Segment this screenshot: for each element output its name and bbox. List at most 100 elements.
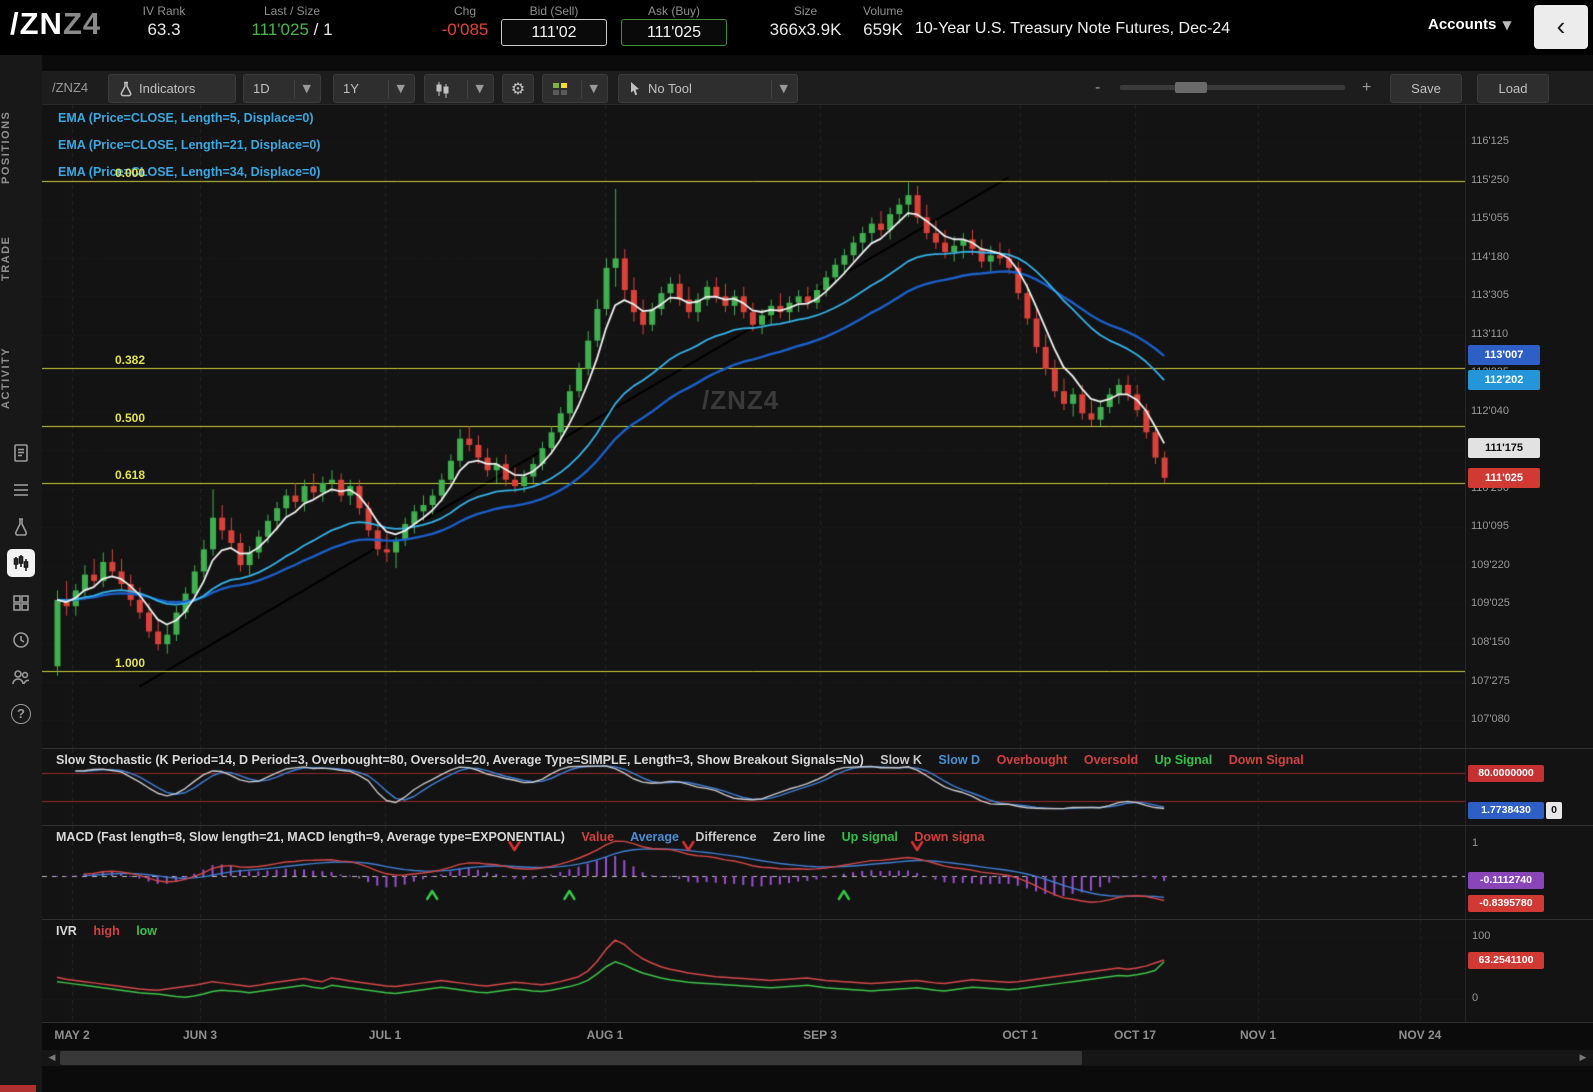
people-icon[interactable] [8,664,34,690]
time-axis-label: NOV 1 [1239,1028,1276,1042]
fib-level-label: 1.000 [115,655,146,670]
macd-axis-label: 1 [1472,837,1479,849]
zoom-slider[interactable] [1120,82,1345,93]
layout-grid-icon [553,82,567,95]
legend-ivr-high: high [93,924,120,938]
ema34-legend[interactable]: EMA (Price=CLOSE, Length=34, Displace=0) [58,165,320,192]
stochastic-title[interactable]: Slow Stochastic (K Period=14, D Period=3… [56,753,864,767]
cursor-icon [631,81,639,95]
range-dropdown[interactable]: 1Y ▼ [333,74,415,103]
ivr-title[interactable]: IVR [56,924,77,938]
trading-platform: /ZNZ4 IV Rank 63.3 Last / Size 111'025 /… [0,0,1593,1092]
drawing-tool-dropdown[interactable]: No Tool ▼ [618,74,798,103]
legend-zero-line: Zero line [773,830,826,844]
size-value: 366x3.9K [769,20,842,39]
help-icon[interactable]: ? [8,701,34,727]
last-size-label: Last / Size [263,4,321,18]
layout-dropdown[interactable]: ▼ [542,74,608,103]
grid-icon[interactable] [8,590,34,616]
footer-accent [0,1085,36,1092]
sidebar-tab-trade[interactable]: TRADE [0,213,42,303]
ask-stat: Ask (Buy) 111'025 [618,0,730,55]
legend-up-signal: Up Signal [1154,753,1213,767]
sidebar-tab-activity[interactable]: ACTIVITY [0,323,42,433]
candlestick-icon [436,81,449,98]
time-axis-label: JUL 1 [368,1028,402,1042]
time-axis-label: OCT 17 [1113,1028,1156,1042]
chevron-down-icon: ▼ [580,79,598,98]
price-axis-label: 112'040 [1471,404,1509,417]
zoom-slider-handle[interactable] [1175,82,1207,93]
legend-slow-d: Slow D [938,753,981,767]
ema21-legend[interactable]: EMA (Price=CLOSE, Length=21, Displace=0) [58,138,320,165]
price-axis-label: 114'180 [1471,250,1509,263]
legend-oversold: Oversold [1083,753,1139,767]
list-icon[interactable] [8,477,34,503]
ivr-label-row: IVR high low [56,924,1456,938]
sidebar-tab-positions[interactable]: POSITIONS [0,85,42,210]
chevron-down-icon: ▼ [466,79,484,98]
price-axis-label: 116'125 [1471,135,1509,147]
ivr-axis-bottom: 0 [1472,992,1479,1004]
price-axis-label: 107'080 [1471,713,1510,726]
legend-down-signal: Down Signal [1228,753,1304,767]
document-icon[interactable] [8,440,34,466]
scroll-left-button[interactable]: ◀ [44,1050,60,1066]
symbol-root: /ZN [10,6,63,41]
bid-label: Bid (Sell) [529,4,579,18]
price-axis[interactable]: 116'125 115'250 115'055 114'180 113'305 113'1… [1465,105,1593,748]
collapse-panel-button[interactable]: ‹ [1534,5,1588,49]
price-chart-canvas[interactable] [42,105,1465,748]
accounts-menu[interactable]: Accounts ▼ [1428,16,1512,33]
time-axis-label: OCT 1 [1002,1028,1038,1042]
symbol-series: Z4 [62,6,102,41]
price-axis-label: 107'275 [1471,674,1510,687]
price-axis-label: 108'150 [1471,635,1510,648]
legend-overbought: Overbought [996,753,1068,767]
macd-label-row: MACD (Fast length=8, Slow length=21, MAC… [56,830,1456,844]
ema5-legend[interactable]: EMA (Price=CLOSE, Length=5, Displace=0) [58,111,320,138]
indicators-button[interactable]: Indicators [108,74,236,103]
save-button[interactable]: Save [1390,74,1462,103]
iv-rank-value: 63.3 [147,20,181,39]
ema-legend: EMA (Price=CLOSE, Length=5, Displace=0) … [58,111,320,192]
change-label: Chg [453,4,476,18]
chart-horizontal-scrollbar[interactable]: ◀ ▶ [42,1050,1593,1066]
macd-value-badge: -0.8395780 [1468,894,1544,912]
legend-down-signal: Down signa [914,830,985,844]
price-axis-label: 113'305 [1471,289,1509,302]
period-dropdown[interactable]: 1D ▼ [243,74,321,103]
bid-button[interactable]: 111'02 [501,19,607,46]
price-axis-label: 110'095 [1471,520,1509,533]
scrollbar-thumb[interactable] [60,1051,1082,1065]
price-axis-label: 109'220 [1471,558,1510,571]
chart-icon[interactable] [7,549,35,577]
chevron-down-icon: ▼ [770,79,788,98]
chevron-down-icon: ▼ [1502,18,1512,32]
ask-label: Ask (Buy) [647,4,700,18]
fib-level-label: 0.382 [115,352,146,367]
load-button[interactable]: Load [1477,74,1549,103]
flask-icon[interactable] [8,514,34,540]
zoom-in-button[interactable]: + [1362,79,1371,97]
legend-slow-k: Slow K [880,753,922,767]
time-axis-label: NOV 24 [1398,1028,1442,1042]
ivr-panel: IVR high low 100 0 63.2541100 [42,919,1593,1022]
chart-symbol-label: /ZNZ4 [52,80,89,95]
fib-level-label: 0.000 [115,165,146,180]
zoom-out-button[interactable]: - [1095,79,1100,97]
chart-settings-button[interactable]: ⚙ [502,74,534,103]
chart-type-dropdown[interactable]: ▼ [424,74,494,103]
price-badge: 111'025 [1468,467,1540,488]
price-axis-label: 109'025 [1471,597,1510,610]
history-icon[interactable] [8,627,34,653]
ask-button[interactable]: 111'025 [621,19,727,46]
left-sidebar: POSITIONS TRADE ACTIVITY ? [0,55,42,1092]
chevron-down-icon: ▼ [387,79,405,98]
main-chart-panel: /ZNZ4 EMA (Price=CLOSE, Length=5, Displa… [42,105,1593,748]
ivr-axis-top: 100 [1472,930,1491,942]
bid-value: 111'02 [531,24,577,41]
macd-title[interactable]: MACD (Fast length=8, Slow length=21, MAC… [56,830,565,844]
legend-difference: Difference [695,830,757,844]
scroll-right-button[interactable]: ▶ [1575,1050,1591,1066]
